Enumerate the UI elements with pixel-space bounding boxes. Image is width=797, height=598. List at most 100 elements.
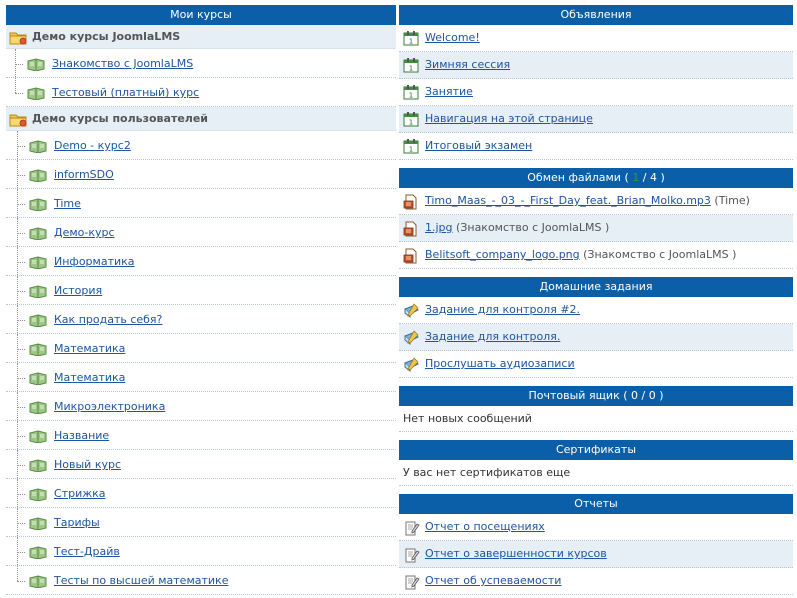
file-item-text: 1.jpg (Знакомство с JoomlaLMS ) xyxy=(425,221,609,235)
course-item: История xyxy=(6,276,396,305)
file-item: Belitsoft_company_logo.png (Знакомство с… xyxy=(399,242,793,269)
tree-branch xyxy=(17,291,25,292)
tree-line xyxy=(17,305,18,333)
course-item: Как продать себя? xyxy=(6,305,396,334)
announcements-panel: Объявления 1 Welcome! 1 Зимняя сессия 1 Занят… xyxy=(399,5,793,160)
course-icon xyxy=(29,488,47,504)
report-link[interactable]: Отчет о посещениях xyxy=(425,520,545,533)
tree-branch xyxy=(17,146,25,147)
file-icon xyxy=(403,194,419,213)
tree-branch xyxy=(17,581,25,582)
course-link[interactable]: Demo - курс2 xyxy=(54,139,131,152)
homework-link[interactable]: Задание для контроля #2. xyxy=(425,303,580,316)
file-link[interactable]: Timo_Maas_-_03_-_First_Day_feat._Brian_M… xyxy=(425,194,711,207)
tree-line xyxy=(15,49,16,77)
course-link[interactable]: Математика xyxy=(54,371,125,384)
calendar-icon: 1 xyxy=(403,139,419,157)
course-icon xyxy=(29,430,47,446)
announcement-link[interactable]: Зимняя сессия xyxy=(425,58,510,71)
tree-branch xyxy=(17,407,25,408)
course-item: Тарифы xyxy=(6,508,396,537)
homework-item-text: Задание для контроля. xyxy=(425,330,560,344)
announcement-link[interactable]: Итоговый экзамен xyxy=(425,139,532,152)
tree-branch xyxy=(17,175,25,176)
course-item: Название xyxy=(6,421,396,450)
file-link[interactable]: Belitsoft_company_logo.png xyxy=(425,248,580,261)
course-link[interactable]: Тестовый (платный) курс xyxy=(52,86,199,99)
tree-branch xyxy=(17,523,25,524)
course-link[interactable]: Тарифы xyxy=(54,516,100,529)
course-link[interactable]: Тесты по высшей математике xyxy=(54,574,228,587)
course-category[interactable]: Демо курсы JoomlaLMS xyxy=(6,25,396,49)
course-link[interactable]: Как продать себя? xyxy=(54,313,162,326)
course-link[interactable]: История xyxy=(54,284,102,297)
announcement-link[interactable]: Welcome! xyxy=(425,31,480,44)
course-icon xyxy=(29,314,47,330)
svg-text:1: 1 xyxy=(409,38,413,46)
announcement-item: 1 Занятие xyxy=(399,79,793,106)
course-item: Стрижка xyxy=(6,479,396,508)
course-item: Знакомство с JoomlaLMS xyxy=(6,49,396,78)
course-link[interactable]: Новый курс xyxy=(54,458,121,471)
course-link[interactable]: Демо-курс xyxy=(54,226,115,239)
course-icon xyxy=(29,285,47,301)
svg-text:1: 1 xyxy=(409,92,413,100)
course-icon xyxy=(29,372,47,388)
course-item: Тесты по высшей математике xyxy=(6,566,396,595)
file-item-text: Belitsoft_company_logo.png (Знакомство с… xyxy=(425,248,736,262)
tree-line xyxy=(17,247,18,275)
file-link[interactable]: 1.jpg xyxy=(425,221,453,234)
announcement-item: 1 Зимняя сессия xyxy=(399,52,793,79)
homework-icon xyxy=(403,330,420,349)
report-item: Отчет о посещениях xyxy=(399,514,793,541)
homework-link[interactable]: Задание для контроля. xyxy=(425,330,560,343)
reports-list: Отчет о посещениях Отчет о завершенности … xyxy=(399,514,793,595)
course-link[interactable]: Название xyxy=(54,429,109,442)
calendar-icon: 1 xyxy=(403,85,419,103)
category-title: Демо курсы JoomlaLMS xyxy=(32,30,181,43)
calendar-icon: 1 xyxy=(403,31,419,49)
course-link[interactable]: Тест-Драйв xyxy=(54,545,120,558)
announcement-item-text: Занятие xyxy=(425,85,473,99)
report-item: Отчет о завершенности курсов xyxy=(399,541,793,568)
course-item: Новый курс xyxy=(6,450,396,479)
tree-line xyxy=(17,363,18,391)
file-icon xyxy=(403,248,419,267)
report-icon xyxy=(403,574,420,593)
announcement-link[interactable]: Навигация на этой странице xyxy=(425,112,593,125)
course-icon xyxy=(29,198,47,214)
course-item: Demo - курс2 xyxy=(6,131,396,160)
homework-link[interactable]: Прослушать аудиозаписи xyxy=(425,357,575,370)
svg-text:1: 1 xyxy=(409,65,413,73)
course-link[interactable]: Микроэлектроника xyxy=(54,400,165,413)
tree-branch xyxy=(17,320,25,321)
report-icon xyxy=(403,520,420,539)
report-item-text: Отчет об успеваемости xyxy=(425,574,561,588)
announcement-link[interactable]: Занятие xyxy=(425,85,473,98)
course-link[interactable]: informSDO xyxy=(54,168,114,181)
homework-header: Домашние задания xyxy=(399,277,793,297)
course-link[interactable]: Знакомство с JoomlaLMS xyxy=(52,57,193,70)
tree-line xyxy=(17,131,18,159)
total-files-count: / 4 ) xyxy=(639,171,665,184)
course-link[interactable]: Информатика xyxy=(54,255,135,268)
tree-line xyxy=(17,479,18,507)
course-link[interactable]: Математика xyxy=(54,342,125,355)
course-category[interactable]: Демо курсы пользователей xyxy=(6,107,396,131)
calendar-icon: 1 xyxy=(403,112,419,130)
report-link[interactable]: Отчет об успеваемости xyxy=(425,574,561,587)
course-link[interactable]: Стрижка xyxy=(54,487,106,500)
course-item: Математика xyxy=(6,334,396,363)
mailbox-header: Почтовый ящик ( 0 / 0 ) xyxy=(399,386,793,406)
course-item: Демо-курс xyxy=(6,218,396,247)
course-item: informSDO xyxy=(6,160,396,189)
tree-line xyxy=(17,421,18,449)
file-item: Timo_Maas_-_03_-_First_Day_feat._Brian_M… xyxy=(399,188,793,215)
course-icon xyxy=(29,575,47,591)
course-item: Информатика xyxy=(6,247,396,276)
report-link[interactable]: Отчет о завершенности курсов xyxy=(425,547,607,560)
course-link[interactable]: Time xyxy=(54,197,81,210)
homework-list: Задание для контроля #2. Задание для конт… xyxy=(399,297,793,378)
right-panels: Объявления 1 Welcome! 1 Зимняя сессия 1 Занят… xyxy=(399,5,793,595)
course-icon xyxy=(29,256,47,272)
